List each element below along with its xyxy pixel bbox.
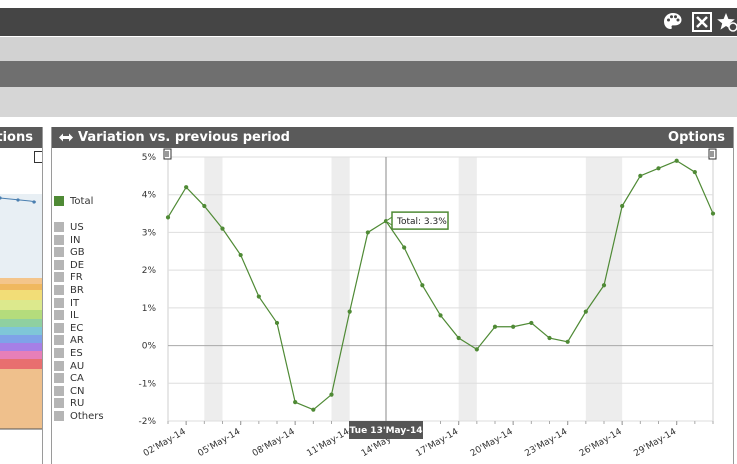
data-point — [601, 283, 607, 288]
data-point — [438, 313, 443, 318]
data-point — [256, 294, 261, 299]
x-tick-label: 23'May-14 — [523, 427, 569, 459]
spacer — [0, 117, 737, 127]
y-tick-label: -1% — [138, 379, 156, 389]
left-panel-options-label[interactable]: tions — [0, 127, 33, 148]
data-point — [511, 324, 516, 329]
data-point — [184, 185, 189, 190]
data-point — [311, 407, 316, 412]
data-point — [238, 252, 243, 258]
weekend-band — [458, 157, 477, 421]
total-series-line — [167, 160, 714, 411]
export-excel-icon[interactable] — [691, 11, 713, 33]
data-point — [547, 335, 552, 341]
plot-frame — [167, 156, 714, 422]
left-panel: tions — [0, 127, 43, 464]
data-point — [710, 211, 716, 216]
x-tick-label: 02'May-14 — [142, 427, 188, 459]
data-point — [656, 166, 661, 171]
crosshair-label: Tue 13'May-14 — [350, 426, 423, 436]
data-point — [293, 400, 298, 405]
x-tick-label: 26'May-14 — [578, 427, 624, 459]
left-stacked-area-chart — [0, 194, 42, 430]
panel-header: Variation vs. previous period Options — [52, 127, 733, 148]
panel-title: Variation vs. previous period — [78, 130, 290, 145]
variation-line-chart: -2% -1% 0% 1% 2% 3% 4% 5% 02'May-14 05'May-14 08'… — [138, 148, 717, 459]
y-tick-label: 2% — [142, 266, 157, 276]
y-tick-label: 4% — [142, 191, 157, 201]
x-tick-label: 20'May-14 — [469, 427, 515, 459]
data-point — [492, 324, 498, 329]
tooltip-pointer — [385, 216, 393, 227]
options-button[interactable]: Options — [668, 127, 725, 148]
data-point — [474, 347, 479, 352]
left-panel-header: tions — [0, 127, 42, 148]
data-point — [529, 320, 534, 326]
tooltip-text: Total: 3.3% — [396, 217, 447, 227]
favorite-settings-icon[interactable] — [716, 11, 737, 33]
filter-bar-light — [0, 37, 737, 61]
variation-panel: Variation vs. previous period Options To… — [51, 127, 734, 464]
data-point — [420, 283, 425, 288]
data-point — [583, 309, 588, 314]
data-point — [620, 203, 625, 209]
y-tick-label: 1% — [142, 304, 157, 314]
data-point — [565, 339, 570, 344]
x-tick-label: 08'May-14 — [251, 427, 297, 459]
data-point — [402, 245, 407, 250]
data-point — [220, 226, 225, 231]
data-point — [365, 230, 370, 235]
weekend-band — [604, 157, 623, 421]
x-tick-label: 11'May-14 — [305, 427, 351, 459]
data-point — [202, 203, 207, 209]
data-point — [638, 173, 643, 178]
data-point — [674, 158, 679, 163]
weekend-band — [204, 157, 223, 421]
y-tick-label: 3% — [142, 228, 157, 238]
palette-icon[interactable] — [662, 11, 684, 33]
x-tick-label: 29'May-14 — [632, 427, 678, 459]
x-tick-label: 05'May-14 — [196, 427, 242, 459]
filter-bar-light-2 — [0, 87, 737, 117]
data-point — [165, 215, 171, 220]
data-point — [274, 320, 280, 326]
y-tick-label: -2% — [138, 417, 156, 427]
top-toolbar — [0, 8, 737, 36]
filter-bar-dark — [0, 61, 737, 87]
data-point — [692, 169, 697, 175]
data-point — [456, 335, 461, 341]
data-point — [347, 309, 352, 314]
data-point — [329, 392, 334, 397]
y-tick-label: 0% — [142, 342, 157, 352]
y-tick-label: 5% — [142, 153, 157, 163]
